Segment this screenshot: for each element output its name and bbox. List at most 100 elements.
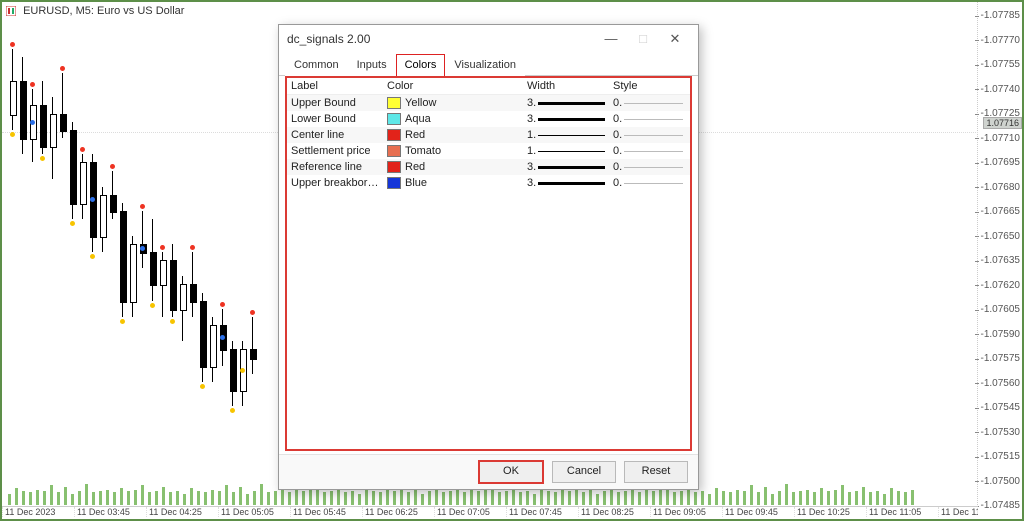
row-width-cell[interactable]: 3. — [523, 159, 609, 175]
style-preview — [624, 151, 683, 152]
price-tick: -1.07785 — [981, 10, 1020, 21]
price-tick: -1.07515 — [981, 451, 1020, 462]
row-width-cell[interactable]: 3. — [523, 111, 609, 127]
color-name: Tomato — [405, 145, 441, 157]
grid-row[interactable]: Upper BoundYellow3. 0. — [287, 95, 690, 111]
row-width-cell[interactable]: 3. — [523, 175, 609, 191]
color-name: Aqua — [405, 113, 431, 125]
minimize-button[interactable]: — — [596, 29, 626, 49]
width-preview — [538, 135, 605, 136]
row-label: Reference line — [287, 159, 383, 175]
ok-button[interactable]: OK — [478, 460, 544, 484]
price-tick: -1.07635 — [981, 255, 1020, 266]
color-name: Red — [405, 161, 425, 173]
price-tick: -1.07770 — [981, 35, 1020, 46]
dialog-title-text: dc_signals 2.00 — [287, 25, 370, 53]
signal-marker — [60, 66, 65, 71]
row-color-cell[interactable]: Tomato — [383, 143, 523, 159]
price-tick: -1.07710 — [981, 133, 1020, 144]
color-name: Red — [405, 129, 425, 141]
row-label: Center line — [287, 127, 383, 143]
row-color-cell[interactable]: Aqua — [383, 111, 523, 127]
row-style-cell[interactable]: 0. — [609, 175, 687, 191]
row-style-cell[interactable]: 0. — [609, 143, 687, 159]
color-swatch — [387, 145, 401, 157]
width-preview — [538, 102, 605, 105]
width-preview — [538, 166, 605, 169]
row-width-cell[interactable]: 3. — [523, 95, 609, 111]
price-tick: -1.07530 — [981, 427, 1020, 438]
style-preview — [624, 135, 683, 136]
width-value: 3. — [527, 161, 536, 173]
tab-visualization[interactable]: Visualization — [445, 54, 525, 76]
price-tick: -1.07680 — [981, 182, 1020, 193]
grid-row[interactable]: Reference line Red 3. 0. — [287, 159, 690, 175]
row-color-cell[interactable]: Red — [383, 159, 523, 175]
dialog-titlebar[interactable]: dc_signals 2.00 — □ ✕ — [279, 25, 698, 53]
time-tick: 11 Dec 08:25 — [578, 507, 650, 517]
signal-marker — [230, 408, 235, 413]
grid-row[interactable]: Upper breakborderBlue3.0. — [287, 175, 690, 191]
time-tick: 11 Dec 05:45 — [290, 507, 362, 517]
row-color-cell[interactable]: Blue — [383, 175, 523, 191]
price-tick: -1.07545 — [981, 402, 1020, 413]
signal-marker — [10, 132, 15, 137]
width-value: 3. — [527, 113, 536, 125]
price-tick: -1.07725 — [981, 108, 1020, 119]
tab-common[interactable]: Common — [285, 54, 348, 76]
row-color-cell[interactable]: Red — [383, 127, 523, 143]
width-value: 1. — [527, 129, 536, 141]
time-tick: 11 Dec 07:05 — [434, 507, 506, 517]
row-style-cell[interactable]: 0. — [609, 95, 687, 111]
grid-row[interactable]: Center line Red 1. 0. — [287, 127, 690, 143]
price-tick: -1.07500 — [981, 476, 1020, 487]
signal-marker — [30, 120, 35, 125]
row-width-cell[interactable]: 1. — [523, 127, 609, 143]
time-tick: 11 Dec 05:05 — [218, 507, 290, 517]
time-tick: 11 Dec 03:45 — [74, 507, 146, 517]
style-preview — [624, 119, 683, 120]
grid-row[interactable]: Lower BoundAqua3.0. — [287, 111, 690, 127]
signal-marker — [190, 245, 195, 250]
dialog-footer: OK Cancel Reset — [279, 454, 698, 489]
reset-button[interactable]: Reset — [624, 461, 688, 483]
maximize-button[interactable]: □ — [628, 29, 658, 49]
grid-row[interactable]: Settlement priceTomato1.0. — [287, 143, 690, 159]
cancel-button[interactable]: Cancel — [552, 461, 616, 483]
signal-marker — [70, 221, 75, 226]
row-width-cell[interactable]: 1. — [523, 143, 609, 159]
signal-marker — [160, 245, 165, 250]
tab-colors[interactable]: Colors — [396, 54, 446, 76]
row-style-cell[interactable]: 0. — [609, 159, 687, 175]
chart-window: EURUSD, M5: Euro vs US Dollar 1.07716 -1… — [0, 0, 1024, 521]
signal-marker — [90, 197, 95, 202]
price-tick: -1.07695 — [981, 157, 1020, 168]
row-color-cell[interactable]: Yellow — [383, 95, 523, 111]
header-color[interactable]: Color — [383, 78, 523, 94]
row-style-cell[interactable]: 0. — [609, 111, 687, 127]
width-value: 1. — [527, 145, 536, 157]
dialog-tabs: CommonInputsColorsVisualization — [279, 53, 698, 76]
signal-marker — [120, 319, 125, 324]
price-tick: -1.07620 — [981, 280, 1020, 291]
style-value: 0. — [613, 97, 622, 109]
time-tick: 11 Dec 11:45 — [938, 507, 978, 517]
signal-marker — [250, 310, 255, 315]
style-value: 0. — [613, 177, 622, 189]
tab-inputs[interactable]: Inputs — [348, 54, 396, 76]
time-tick: 11 Dec 07:45 — [506, 507, 578, 517]
signal-marker — [170, 319, 175, 324]
price-axis: 1.07716 -1.07785-1.07770-1.07755-1.07740… — [977, 2, 1022, 519]
color-swatch — [387, 97, 401, 109]
color-swatch — [387, 129, 401, 141]
close-button[interactable]: ✕ — [660, 29, 690, 49]
indicator-properties-dialog: dc_signals 2.00 — □ ✕ CommonInputsColors… — [278, 24, 699, 490]
signal-marker — [90, 254, 95, 259]
row-style-cell[interactable]: 0. — [609, 127, 687, 143]
header-label[interactable]: Label — [287, 78, 383, 94]
width-preview — [538, 151, 605, 152]
header-style[interactable]: Style — [609, 78, 687, 94]
style-preview — [624, 167, 683, 168]
header-width[interactable]: Width — [523, 78, 609, 94]
row-label: Upper Bound — [287, 95, 383, 111]
